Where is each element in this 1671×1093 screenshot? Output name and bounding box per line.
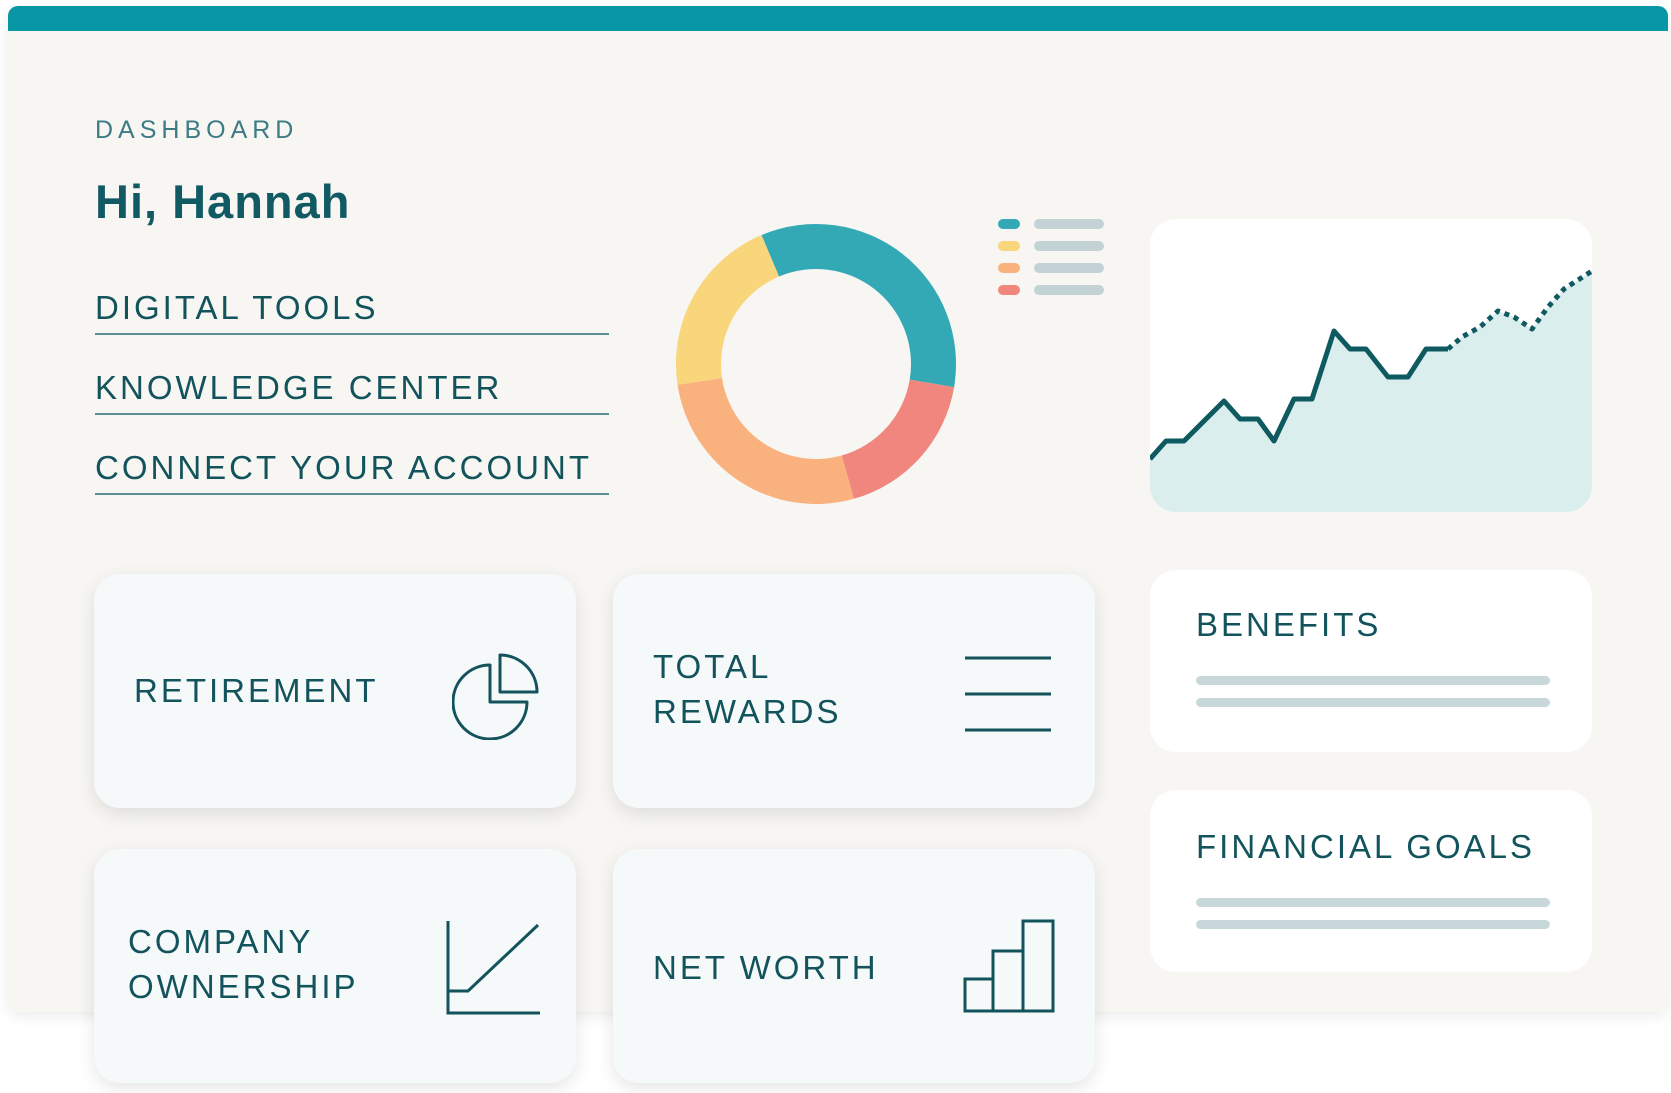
benefits-placeholder-line	[1196, 676, 1550, 685]
legend-swatch	[998, 285, 1020, 295]
window-top-bar	[8, 6, 1668, 31]
retirement-tile-label: RETIREMENT	[134, 672, 379, 709]
legend-swatch	[998, 263, 1020, 273]
financial-goals-card[interactable]: FINANCIAL GOALS	[1150, 790, 1592, 972]
page-eyebrow: DASHBOARD	[95, 116, 299, 144]
donut-segment-coral	[841, 379, 955, 499]
company-ownership-tile-label: COMPANY OWNERSHIP	[128, 919, 359, 1009]
total-rewards-label-line: TOTAL	[653, 648, 772, 685]
bar-chart-icon	[963, 919, 1055, 1013]
total-rewards-tile-label: TOTAL REWARDS	[653, 644, 841, 734]
greeting-title: Hi, Hannah	[95, 175, 351, 228]
nav-link-digital-tools[interactable]: DIGITAL TOOLS	[95, 289, 609, 335]
legend-swatch	[998, 241, 1020, 251]
trend-chart-card	[1150, 219, 1592, 512]
donut-segment-yellow	[676, 235, 780, 385]
total-rewards-tile[interactable]: TOTAL REWARDS	[613, 574, 1095, 808]
total-rewards-label-line: REWARDS	[653, 693, 842, 730]
company-ownership-label-line: OWNERSHIP	[128, 968, 359, 1005]
financial-goals-placeholder-line	[1196, 920, 1550, 929]
legend-placeholder-line	[1034, 241, 1104, 251]
nav-link-label: DIGITAL TOOLS	[95, 289, 379, 326]
donut-segment-teal	[761, 223, 956, 388]
net-worth-tile-label: NET WORTH	[653, 949, 879, 986]
trend-area-chart	[1150, 268, 1592, 512]
nav-link-knowledge-center[interactable]: KNOWLEDGE CENTER	[95, 369, 609, 415]
pie-chart-icon	[452, 653, 539, 740]
nav-link-connect-account[interactable]: CONNECT YOUR ACCOUNT	[95, 449, 609, 495]
benefits-card-title: BENEFITS	[1196, 606, 1382, 643]
nav-link-label: CONNECT YOUR ACCOUNT	[95, 449, 592, 486]
company-ownership-label-line: COMPANY	[128, 923, 314, 960]
financial-goals-card-title: FINANCIAL GOALS	[1196, 828, 1536, 865]
company-ownership-tile[interactable]: COMPANY OWNERSHIP	[94, 849, 576, 1083]
legend-placeholder-line	[1034, 263, 1104, 273]
nav-link-label: KNOWLEDGE CENTER	[95, 369, 503, 406]
donut-segment-orange	[677, 378, 854, 505]
benefits-placeholder-line	[1196, 698, 1550, 707]
line-chart-icon	[446, 921, 540, 1015]
menu-lines-icon	[965, 656, 1051, 732]
legend-placeholder-line	[1034, 219, 1104, 229]
benefits-card[interactable]: BENEFITS	[1150, 570, 1592, 752]
donut-chart	[676, 223, 956, 505]
legend-swatch	[998, 219, 1020, 229]
net-worth-tile[interactable]: NET WORTH	[613, 849, 1095, 1083]
retirement-tile[interactable]: RETIREMENT	[94, 574, 576, 808]
trend-area-fill	[1150, 271, 1592, 512]
legend-placeholder-line	[1034, 285, 1104, 295]
financial-goals-placeholder-line	[1196, 898, 1550, 907]
